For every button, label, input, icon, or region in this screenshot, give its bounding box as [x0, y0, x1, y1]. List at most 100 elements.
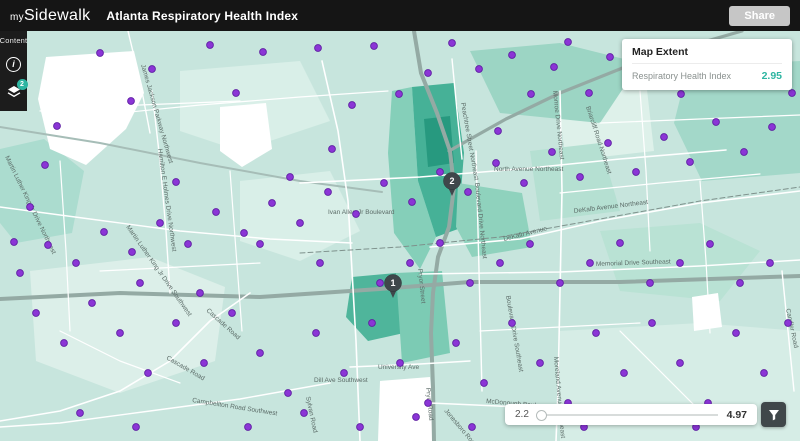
data-point-dot[interactable] — [197, 290, 204, 297]
data-point-dot[interactable] — [495, 128, 502, 135]
data-point-dot[interactable] — [453, 340, 460, 347]
data-point-dot[interactable] — [89, 300, 96, 307]
data-point-dot[interactable] — [586, 90, 593, 97]
data-point-dot[interactable] — [677, 360, 684, 367]
data-point-dot[interactable] — [353, 211, 360, 218]
data-point-dot[interactable] — [481, 380, 488, 387]
data-point-dot[interactable] — [565, 39, 572, 46]
data-point-dot[interactable] — [785, 320, 792, 327]
data-point-dot[interactable] — [245, 424, 252, 431]
data-point-dot[interactable] — [137, 280, 144, 287]
info-button[interactable]: i — [5, 55, 23, 73]
data-point-dot[interactable] — [229, 310, 236, 317]
data-point-dot[interactable] — [407, 260, 414, 267]
data-point-dot[interactable] — [241, 230, 248, 237]
data-point-dot[interactable] — [97, 50, 104, 57]
data-point-dot[interactable] — [301, 410, 308, 417]
data-point-dot[interactable] — [325, 189, 332, 196]
data-point-dot[interactable] — [425, 70, 432, 77]
data-point-dot[interactable] — [713, 119, 720, 126]
data-point-dot[interactable] — [269, 200, 276, 207]
data-point-dot[interactable] — [315, 45, 322, 52]
data-point-dot[interactable] — [678, 91, 685, 98]
data-point-dot[interactable] — [285, 390, 292, 397]
map-canvas[interactable]: James Jackson Parkway NorthwestHamilton … — [0, 31, 800, 441]
data-point-dot[interactable] — [493, 160, 500, 167]
data-point-dot[interactable] — [527, 241, 534, 248]
data-point-dot[interactable] — [509, 320, 516, 327]
data-point-dot[interactable] — [233, 90, 240, 97]
data-point-dot[interactable] — [465, 189, 472, 196]
data-point-dot[interactable] — [587, 260, 594, 267]
data-point-dot[interactable] — [145, 370, 152, 377]
data-point-dot[interactable] — [607, 54, 614, 61]
data-point-dot[interactable] — [767, 260, 774, 267]
data-point-dot[interactable] — [577, 174, 584, 181]
data-point-dot[interactable] — [647, 280, 654, 287]
data-point-dot[interactable] — [593, 330, 600, 337]
data-point-dot[interactable] — [329, 146, 336, 153]
data-point-dot[interactable] — [741, 149, 748, 156]
data-point-dot[interactable] — [396, 91, 403, 98]
data-point-dot[interactable] — [54, 123, 61, 130]
layers-button[interactable]: 2 — [5, 83, 23, 101]
data-point-dot[interactable] — [369, 320, 376, 327]
data-point-dot[interactable] — [17, 270, 24, 277]
data-point-dot[interactable] — [317, 260, 324, 267]
data-point-dot[interactable] — [33, 310, 40, 317]
data-point-dot[interactable] — [149, 66, 156, 73]
data-point-dot[interactable] — [357, 424, 364, 431]
data-point-dot[interactable] — [476, 66, 483, 73]
data-point-dot[interactable] — [297, 220, 304, 227]
data-point-dot[interactable] — [201, 360, 208, 367]
data-point-dot[interactable] — [260, 49, 267, 56]
data-point-dot[interactable] — [557, 280, 564, 287]
data-point-dot[interactable] — [341, 370, 348, 377]
share-button[interactable]: Share — [729, 6, 790, 26]
data-point-dot[interactable] — [173, 179, 180, 186]
data-point-dot[interactable] — [537, 360, 544, 367]
data-point-dot[interactable] — [313, 330, 320, 337]
data-point-dot[interactable] — [733, 330, 740, 337]
data-point-dot[interactable] — [605, 140, 612, 147]
data-point-dot[interactable] — [769, 124, 776, 131]
brand-logo[interactable]: mySidewalk — [10, 7, 90, 25]
data-point-dot[interactable] — [707, 241, 714, 248]
data-point-dot[interactable] — [61, 340, 68, 347]
data-point-dot[interactable] — [11, 239, 18, 246]
data-point-dot[interactable] — [633, 169, 640, 176]
data-point-dot[interactable] — [687, 159, 694, 166]
data-point-dot[interactable] — [549, 149, 556, 156]
data-point-dot[interactable] — [437, 240, 444, 247]
range-slider[interactable] — [538, 414, 718, 416]
data-point-dot[interactable] — [497, 260, 504, 267]
choropleth-region[interactable] — [692, 293, 722, 331]
data-point-dot[interactable] — [661, 134, 668, 141]
data-point-dot[interactable] — [381, 180, 388, 187]
data-point-dot[interactable] — [287, 174, 294, 181]
data-point-dot[interactable] — [617, 240, 624, 247]
data-point-dot[interactable] — [349, 102, 356, 109]
data-point-dot[interactable] — [425, 400, 432, 407]
data-point-dot[interactable] — [528, 91, 535, 98]
data-point-dot[interactable] — [185, 241, 192, 248]
data-point-dot[interactable] — [437, 169, 444, 176]
data-point-dot[interactable] — [413, 414, 420, 421]
data-point-dot[interactable] — [213, 209, 220, 216]
data-point-dot[interactable] — [128, 98, 135, 105]
data-point-dot[interactable] — [117, 330, 124, 337]
data-point-dot[interactable] — [371, 43, 378, 50]
data-point-dot[interactable] — [761, 370, 768, 377]
data-point-dot[interactable] — [649, 320, 656, 327]
data-point-dot[interactable] — [509, 52, 516, 59]
data-point-dot[interactable] — [173, 320, 180, 327]
data-point-dot[interactable] — [129, 249, 136, 256]
data-point-dot[interactable] — [621, 370, 628, 377]
filter-button[interactable] — [761, 402, 786, 427]
data-point-dot[interactable] — [737, 280, 744, 287]
data-point-dot[interactable] — [207, 42, 214, 49]
data-point-dot[interactable] — [377, 280, 384, 287]
data-point-dot[interactable] — [257, 350, 264, 357]
data-point-dot[interactable] — [397, 360, 404, 367]
data-point-dot[interactable] — [521, 180, 528, 187]
